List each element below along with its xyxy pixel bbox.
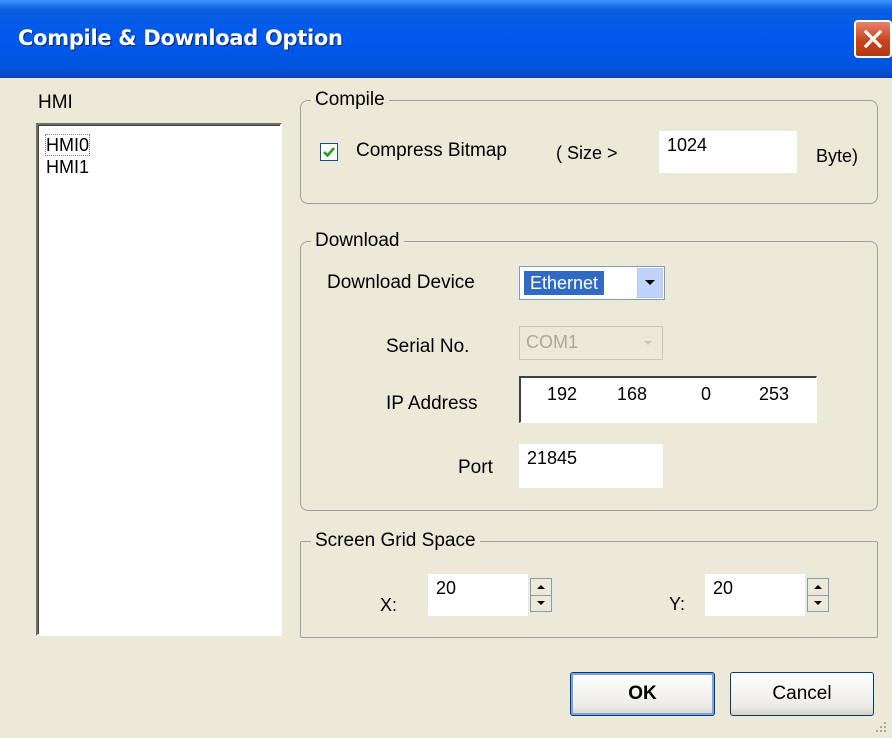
dropdown-arrow-disabled bbox=[635, 328, 661, 358]
port-label: Port bbox=[458, 457, 493, 478]
compile-download-dialog: Compile & Download Option HMI HMI0 HMI1 … bbox=[0, 0, 892, 738]
grid-y-spinner[interactable] bbox=[807, 578, 829, 612]
hmi-list-item-0[interactable]: HMI0 bbox=[44, 134, 91, 156]
ok-button[interactable]: OK bbox=[570, 672, 715, 716]
title-bar[interactable]: Compile & Download Option bbox=[0, 0, 892, 78]
resize-grip-icon[interactable] bbox=[876, 722, 888, 734]
window-title: Compile & Download Option bbox=[18, 26, 343, 50]
download-device-value: Ethernet bbox=[522, 270, 606, 296]
serial-no-select: COM1 bbox=[519, 326, 663, 360]
chevron-down-icon bbox=[644, 341, 652, 345]
cancel-button[interactable]: Cancel bbox=[730, 672, 874, 716]
download-device-select[interactable]: Ethernet bbox=[519, 266, 665, 300]
spin-down-icon[interactable] bbox=[531, 595, 551, 611]
grid-x-input[interactable]: 20 bbox=[428, 574, 528, 616]
ip-octet-3[interactable]: 0 bbox=[701, 384, 711, 405]
ip-address-label: IP Address bbox=[386, 393, 478, 414]
ip-address-input[interactable]: 192 168 0 253 bbox=[519, 376, 817, 423]
size-prefix-label: ( Size > bbox=[556, 143, 618, 163]
hmi-list-item-1[interactable]: HMI1 bbox=[46, 157, 89, 177]
ip-octet-1[interactable]: 192 bbox=[547, 384, 577, 405]
checkmark-icon bbox=[323, 147, 335, 158]
ip-octet-4[interactable]: 253 bbox=[759, 384, 789, 405]
chevron-down-icon bbox=[645, 280, 655, 285]
grid-x-spinner[interactable] bbox=[530, 578, 552, 612]
spin-down-icon[interactable] bbox=[808, 595, 828, 611]
download-legend: Download bbox=[311, 230, 404, 252]
compress-bitmap-label[interactable]: Compress Bitmap bbox=[356, 140, 507, 162]
grid-x-label: X: bbox=[380, 595, 398, 615]
compress-bitmap-checkbox[interactable] bbox=[320, 143, 338, 161]
grid-y-label: Y: bbox=[669, 594, 686, 614]
grid-y-input[interactable]: 20 bbox=[705, 574, 805, 616]
serial-no-value: COM1 bbox=[526, 332, 579, 352]
hmi-listbox[interactable]: HMI0 HMI1 bbox=[36, 123, 282, 636]
spin-up-icon[interactable] bbox=[808, 579, 828, 596]
spin-up-icon[interactable] bbox=[531, 579, 551, 596]
size-input[interactable]: 1024 bbox=[659, 131, 797, 173]
dropdown-arrow-button[interactable] bbox=[637, 268, 663, 298]
ip-octet-2[interactable]: 168 bbox=[617, 384, 647, 405]
grid-space-legend: Screen Grid Space bbox=[311, 530, 480, 552]
port-input[interactable]: 21845 bbox=[519, 444, 663, 488]
size-unit-label: Byte) bbox=[816, 146, 859, 166]
download-device-label: Download Device bbox=[327, 272, 475, 293]
close-button[interactable] bbox=[854, 20, 892, 58]
serial-no-label: Serial No. bbox=[386, 336, 470, 357]
hmi-label: HMI bbox=[38, 92, 73, 113]
compile-legend: Compile bbox=[311, 89, 389, 111]
close-icon bbox=[863, 29, 883, 49]
